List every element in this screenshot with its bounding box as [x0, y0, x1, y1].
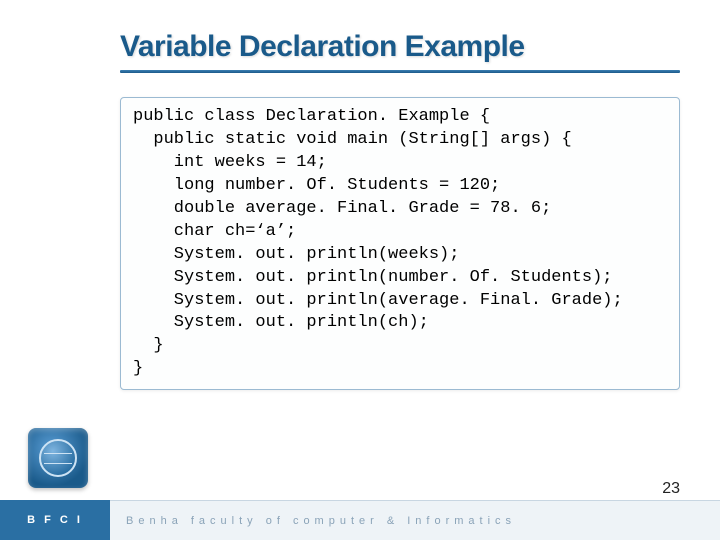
footer: B F C I Benha faculty of computer & Info… — [0, 500, 720, 540]
footer-institution: Benha faculty of computer & Informatics — [110, 500, 720, 540]
slide-title: Variable Declaration Example — [120, 30, 680, 64]
footer-acronym: B F C I — [0, 500, 110, 540]
page-number: 23 — [662, 480, 680, 498]
title-divider — [120, 70, 680, 73]
slide: Variable Declaration Example public clas… — [0, 0, 720, 540]
code-text: public class Declaration. Example { publ… — [133, 106, 667, 381]
logo-badge — [28, 428, 88, 488]
globe-icon — [39, 439, 77, 477]
code-block: public class Declaration. Example { publ… — [120, 97, 680, 390]
